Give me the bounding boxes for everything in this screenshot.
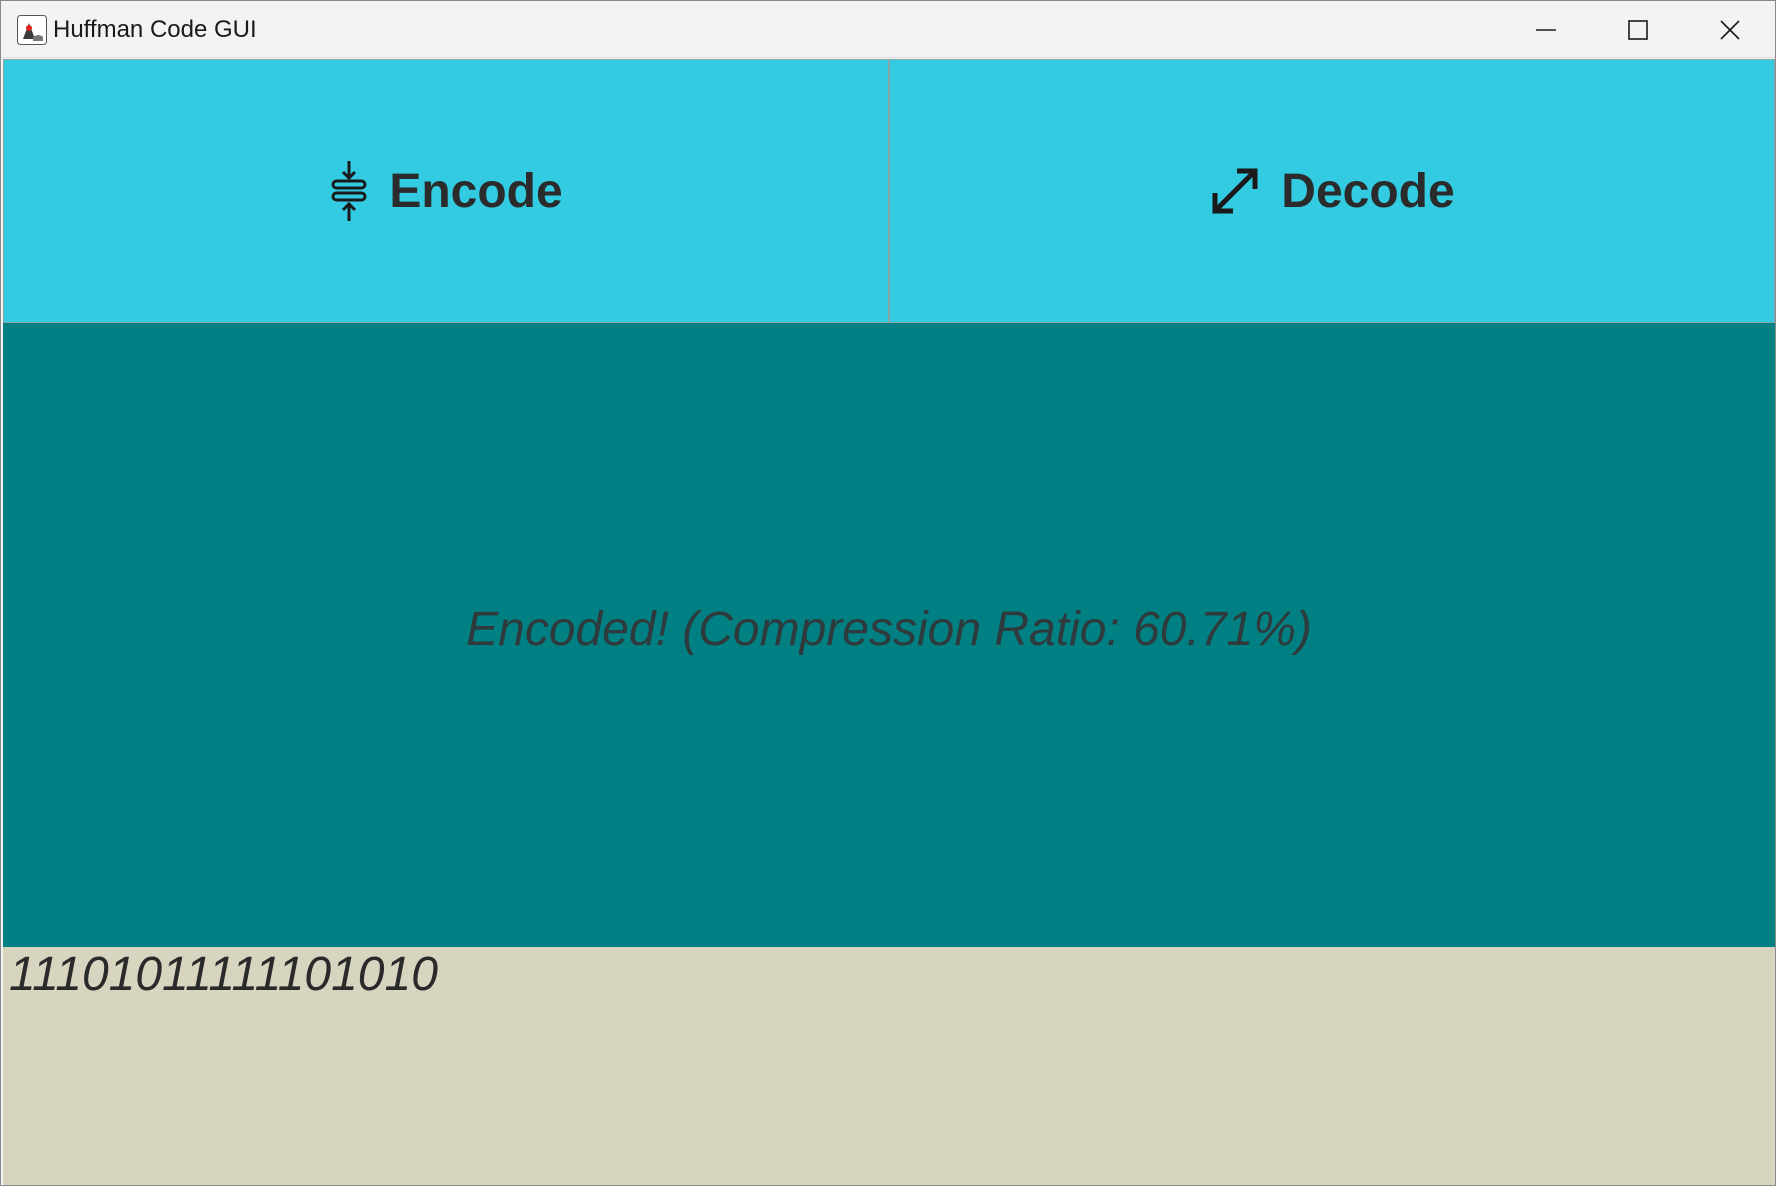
action-button-row: Encode Decode: [3, 59, 1775, 323]
maximize-icon: [1628, 19, 1648, 40]
encoded-output[interactable]: 11101011111101010: [9, 947, 1769, 1003]
encode-label: Encode: [389, 164, 563, 218]
minimize-icon: [1536, 28, 1556, 31]
minimize-button[interactable]: [1500, 1, 1592, 58]
expand-icon: [1212, 168, 1258, 214]
decode-button[interactable]: Decode: [889, 59, 1775, 323]
java-duke-icon: [17, 15, 47, 45]
output-text-area[interactable]: 11101011111101010: [3, 947, 1775, 1185]
title-bar[interactable]: Huffman Code GUI: [1, 1, 1775, 58]
decode-label: Decode: [1281, 164, 1455, 218]
maximize-button[interactable]: [1592, 1, 1684, 58]
compress-icon: [331, 161, 367, 221]
status-panel: Encoded! (Compression Ratio: 60.71%): [3, 323, 1775, 947]
status-message: Encoded! (Compression Ratio: 60.71%): [466, 602, 1312, 656]
encode-button[interactable]: Encode: [3, 59, 889, 323]
window-title: Huffman Code GUI: [53, 16, 257, 43]
close-button[interactable]: [1684, 1, 1775, 58]
close-icon: [1720, 19, 1740, 40]
app-window: Huffman Code GUI Encode Decode Encoded! …: [0, 0, 1776, 1186]
main-content: Encode Decode Encoded! (Compression Rati…: [3, 59, 1775, 1185]
